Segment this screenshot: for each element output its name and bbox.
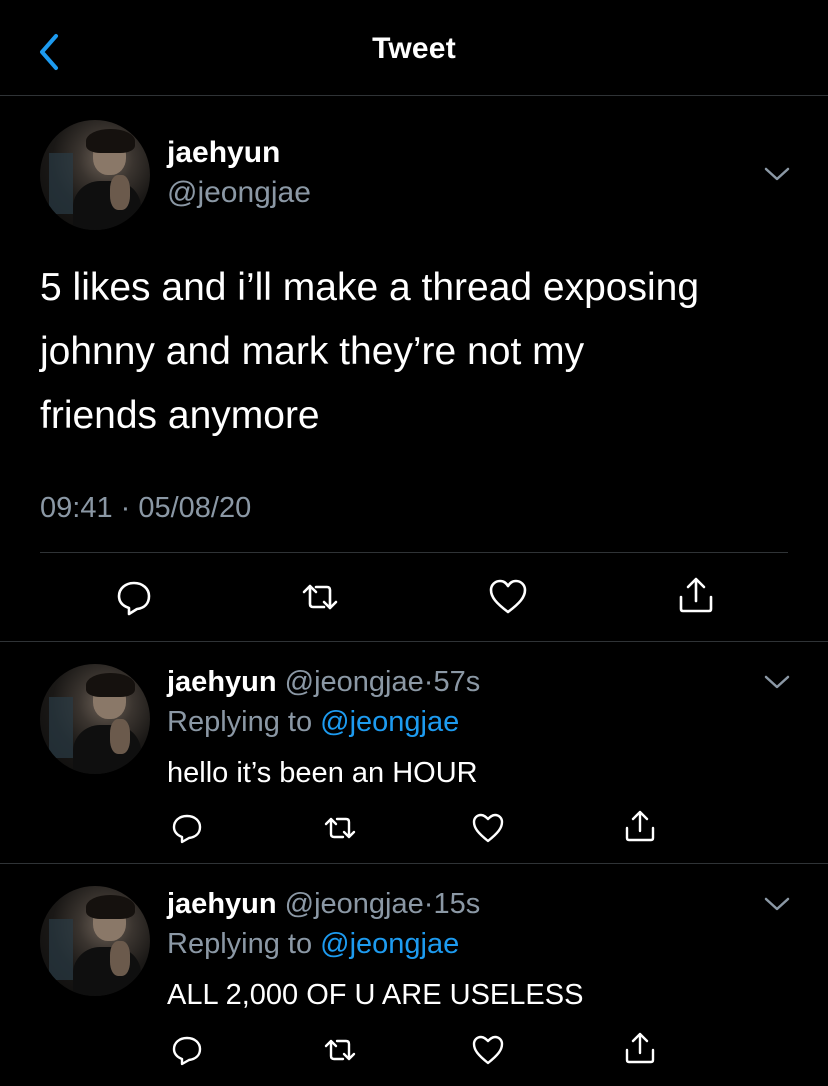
like-button[interactable] [486, 575, 530, 619]
tweet-text: 5 likes and i’ll make a thread exposing … [40, 256, 800, 448]
reply-text: hello it’s been an HOUR [167, 757, 478, 789]
share-icon [625, 810, 655, 842]
reply-text: ALL 2,000 OF U ARE USELESS [167, 979, 584, 1011]
more-options-button[interactable] [762, 894, 792, 914]
heart-icon [472, 1035, 504, 1065]
replying-to: Replying to @jeongjae [167, 928, 459, 961]
reply-bubble-icon [172, 1036, 202, 1066]
mention-link[interactable]: @jeongjae [320, 706, 459, 738]
reply-tweet[interactable]: jaehyun @jeongjae·15s Replying to @jeong… [0, 864, 828, 1086]
page-title: Tweet [372, 32, 456, 65]
retweet-button[interactable] [318, 1028, 362, 1072]
author-name[interactable]: jaehyun [167, 666, 277, 698]
more-options-button[interactable] [762, 672, 792, 692]
share-icon [679, 577, 713, 613]
reply-button[interactable] [112, 575, 156, 619]
like-button[interactable] [466, 1028, 510, 1072]
separator: · [423, 666, 434, 698]
avatar[interactable] [40, 664, 150, 774]
chevron-down-icon [764, 675, 790, 689]
main-tweet: jaehyun @jeongjae 5 likes and i’ll make … [0, 96, 828, 642]
share-button[interactable] [674, 573, 718, 617]
retweet-button[interactable] [298, 575, 342, 619]
heart-icon [489, 579, 527, 614]
reply-header: jaehyun @jeongjae·57s [167, 666, 480, 699]
tweet-text-line: 5 likes and i’ll make a thread exposing [40, 266, 700, 309]
reply-bubble-icon [117, 581, 151, 616]
author-handle[interactable]: @jeongjae [285, 888, 424, 920]
avatar[interactable] [40, 886, 150, 996]
retweet-icon [324, 1039, 356, 1061]
reply-header: jaehyun @jeongjae·15s [167, 888, 480, 921]
mention-link[interactable]: @jeongjae [320, 928, 459, 960]
more-options-button[interactable] [762, 164, 792, 184]
chevron-down-icon [764, 167, 790, 181]
reply-bubble-icon [172, 814, 202, 844]
reply-time: 15s [433, 888, 481, 920]
avatar[interactable] [40, 120, 150, 230]
retweet-icon [324, 817, 356, 839]
share-icon [625, 1032, 655, 1064]
retweet-icon [302, 584, 338, 610]
separator: · [423, 888, 434, 920]
retweet-button[interactable] [318, 806, 362, 850]
tweet-text-line: johnny and mark they’re not my [40, 330, 585, 373]
heart-icon [472, 813, 504, 843]
reply-tweet[interactable]: jaehyun @jeongjae·57s Replying to @jeong… [0, 642, 828, 864]
chevron-down-icon [764, 897, 790, 911]
reply-button[interactable] [165, 1028, 209, 1072]
author-name[interactable]: jaehyun [167, 136, 280, 170]
author-handle[interactable]: @jeongjae [167, 176, 311, 210]
share-button[interactable] [618, 804, 662, 848]
reply-time: 57s [433, 666, 481, 698]
replying-to: Replying to @jeongjae [167, 706, 459, 739]
author-handle[interactable]: @jeongjae [285, 666, 424, 698]
author-name[interactable]: jaehyun [167, 888, 277, 920]
tweet-timestamp: 09:41 · 05/08/20 [40, 492, 252, 524]
replying-to-label: Replying to [167, 928, 313, 960]
top-bar: Tweet [0, 0, 828, 96]
tweet-text-line: friends anymore [40, 394, 320, 437]
reply-button[interactable] [165, 806, 209, 850]
divider [40, 552, 788, 553]
share-button[interactable] [618, 1026, 662, 1070]
replying-to-label: Replying to [167, 706, 313, 738]
like-button[interactable] [466, 806, 510, 850]
